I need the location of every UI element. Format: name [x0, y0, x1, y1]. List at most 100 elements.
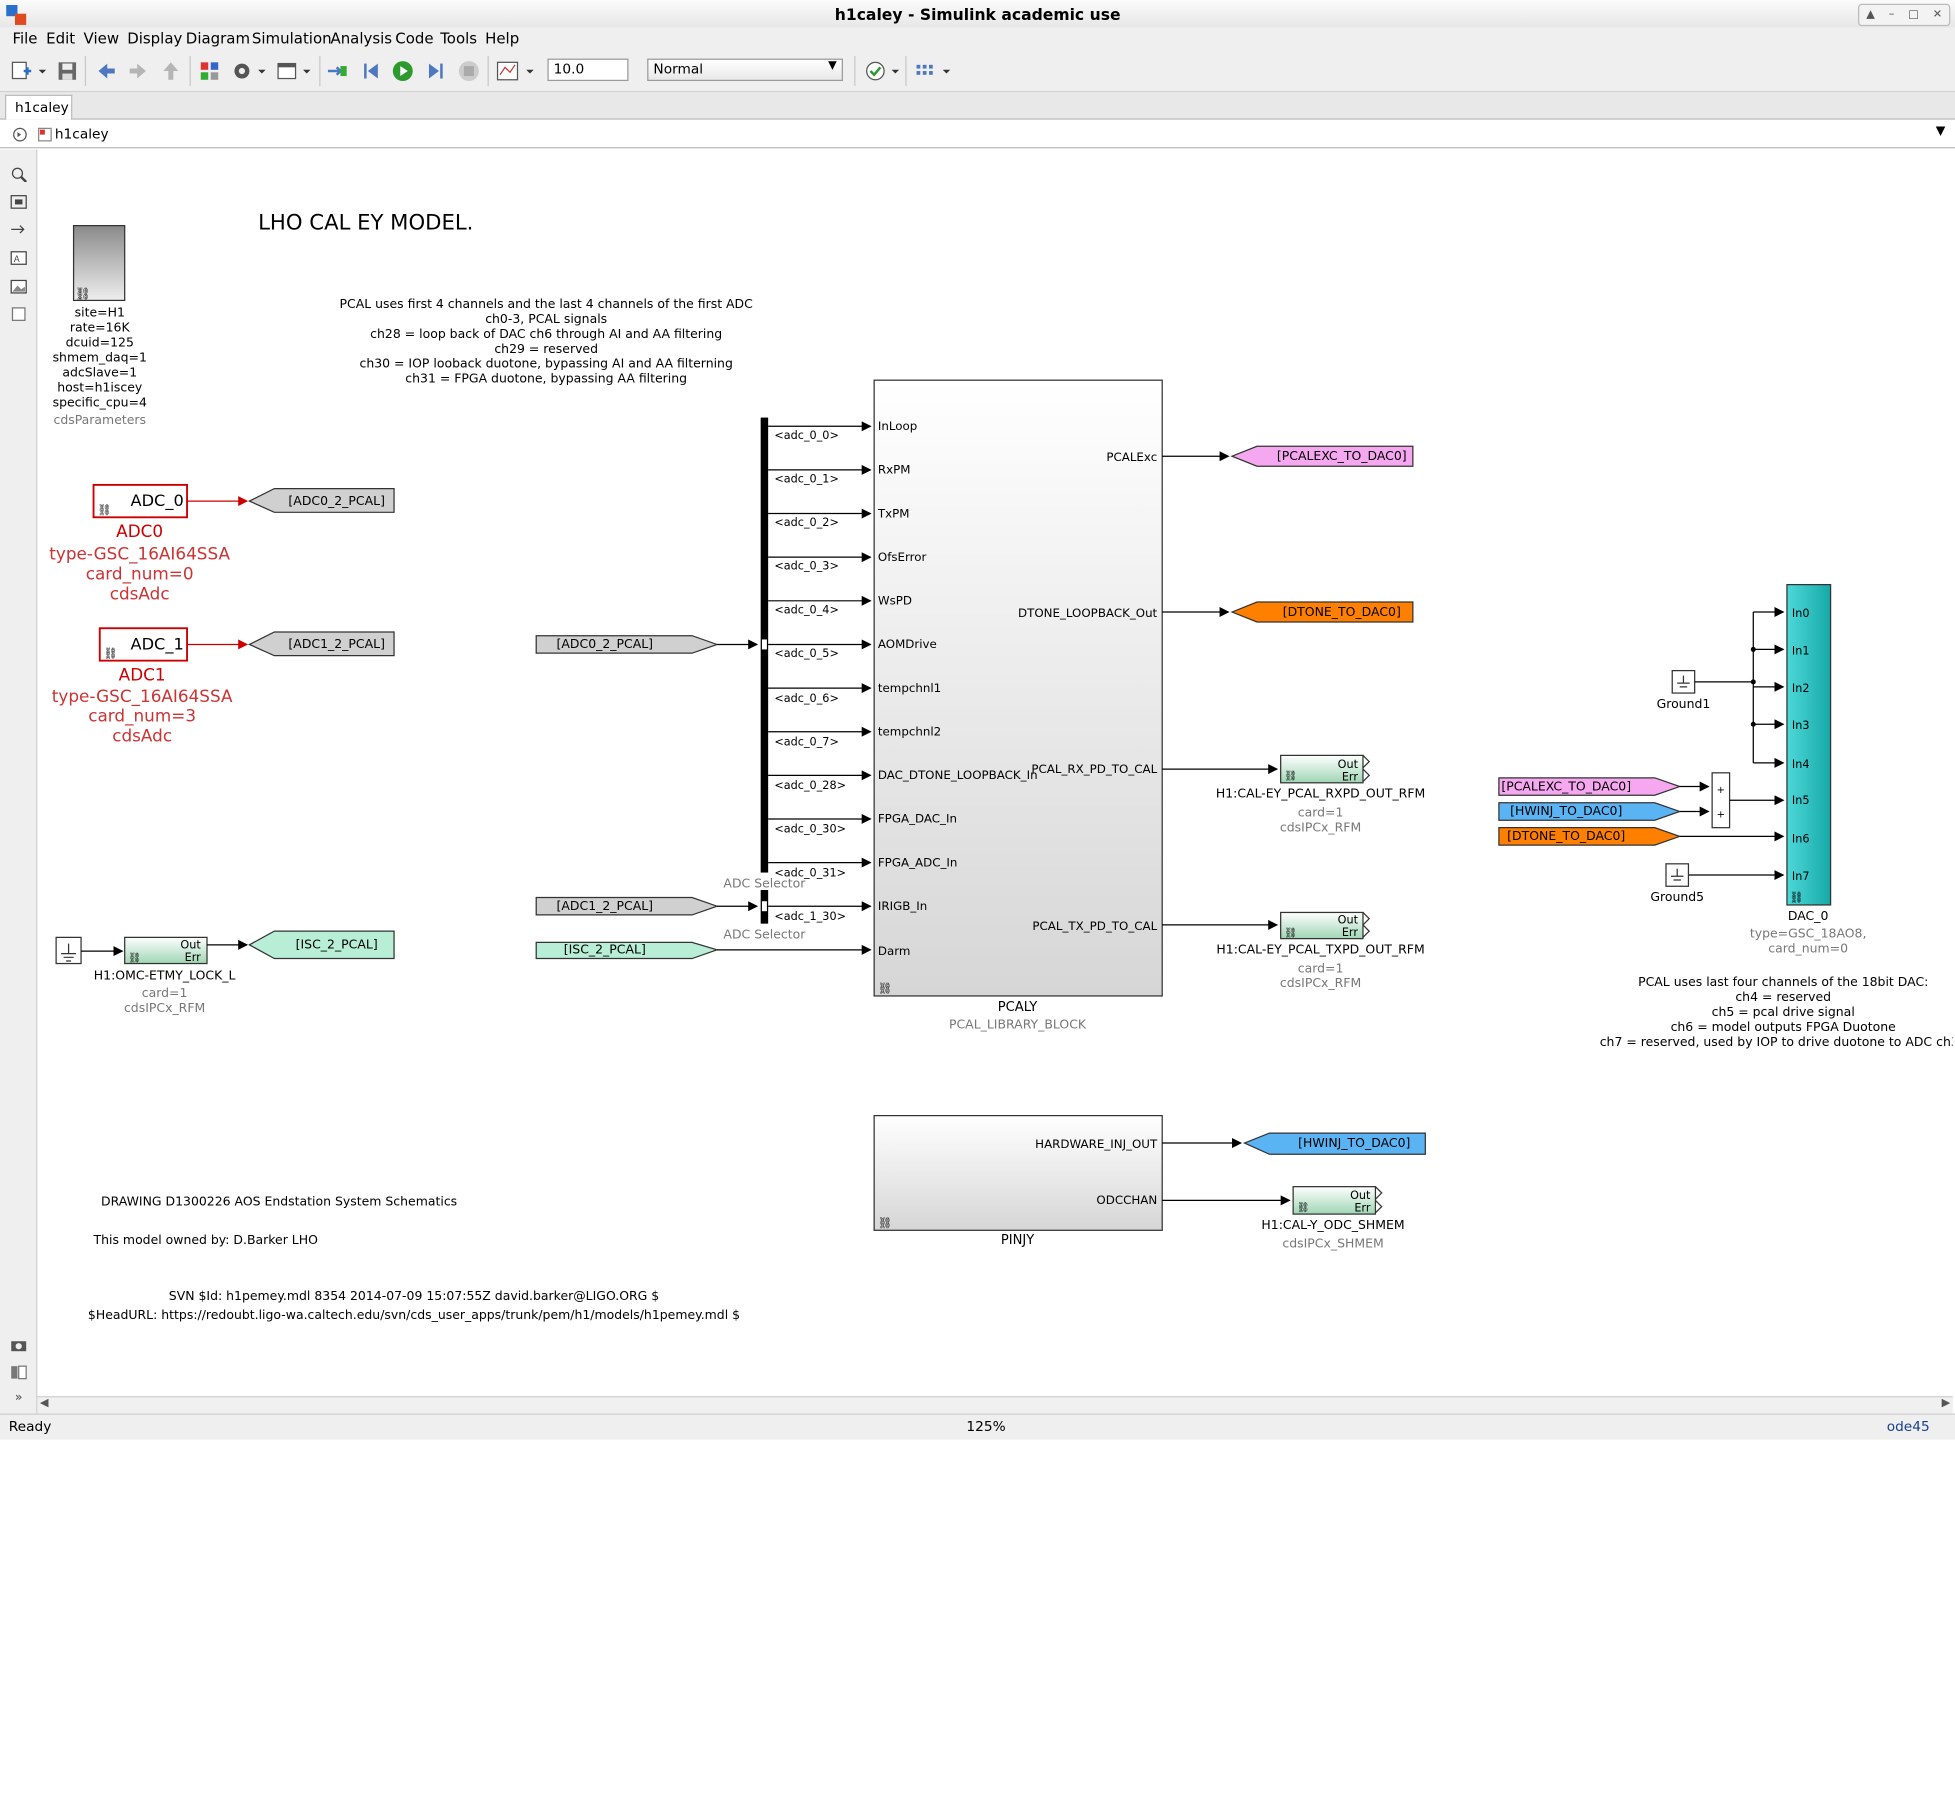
sum-block[interactable]: + + [1711, 772, 1731, 829]
hide-explorer-icon[interactable] [12, 127, 27, 142]
link-icon: ⛓ [1789, 891, 1803, 904]
stop-icon[interactable] [458, 60, 480, 82]
forward-icon[interactable] [127, 60, 149, 82]
selector-output-label: <adc_0_31> [774, 866, 846, 879]
dac0-block[interactable]: ⛓ In0 In1 In2 In3 In4 In5 In6 In7 DAC_0 … [1750, 583, 1867, 956]
new-model-icon[interactable] [10, 60, 32, 82]
odc-name: H1:CAL-Y_ODC_SHMEM [1261, 1217, 1404, 1232]
menu-help[interactable]: Help [485, 30, 519, 47]
horizontal-scrollbar[interactable]: ◀ ▶ [37, 1396, 1953, 1414]
settings-dropdown-icon[interactable] [256, 60, 268, 82]
back-icon[interactable] [95, 60, 117, 82]
omc-ipc-block[interactable]: ⛓ Out Err H1:OMC-ETMY_LOCK_L card=1 cdsI… [94, 936, 236, 1015]
adc1-name: ADC1 [119, 665, 166, 685]
area-icon[interactable] [10, 307, 27, 322]
explorer-dropdown-icon[interactable] [301, 60, 313, 82]
scope-icon[interactable] [496, 60, 519, 82]
svg-text:A: A [14, 255, 20, 265]
from-dtone-label: [DTONE_TO_DAC0] [1507, 828, 1625, 843]
annotation-icon[interactable]: A [10, 251, 27, 266]
simulation-mode-select[interactable]: Normal ▼ [647, 58, 843, 82]
rxpd-ipc-block[interactable]: ⛓ Out Err H1:CAL-EY_PCAL_RXPD_OUT_RFM ca… [1216, 754, 1425, 834]
step-forward-icon[interactable] [424, 60, 446, 82]
cds-parameters-block[interactable]: ⛓ site=H1 rate=16K dcuid=125 shmem_daq=1… [53, 224, 147, 427]
goto-pcalexc-to-dac0[interactable]: [PCALEXC_TO_DAC0] [1230, 445, 1414, 467]
menu-edit[interactable]: Edit [46, 30, 75, 47]
model-settings-gear-icon[interactable] [231, 60, 253, 82]
window-minimize-icon[interactable]: – [1889, 9, 1895, 21]
goto-adc0-2-pcal[interactable]: [ADC0_2_PCAL] [247, 488, 395, 513]
tab-h1caley[interactable]: h1caley [4, 94, 73, 120]
pcaly-input-port: tempchnl2 [878, 724, 941, 738]
run-icon[interactable] [392, 60, 414, 82]
selector-output-label: <adc_1_30> [774, 910, 846, 923]
expand-chevron-icon[interactable]: » [10, 1391, 27, 1406]
up-icon[interactable] [160, 60, 182, 82]
menu-view[interactable]: View [84, 30, 120, 47]
menu-simulation[interactable]: Simulation [252, 30, 332, 47]
step-back-icon[interactable] [360, 60, 382, 82]
stop-time-input[interactable]: 10.0 [547, 58, 629, 82]
from-adc0-2-pcal[interactable]: [ADC0_2_PCAL] [535, 635, 719, 654]
window-up-icon[interactable]: ▲ [1866, 9, 1875, 21]
selector-output-label: <adc_0_6> [774, 692, 838, 705]
menu-tools[interactable]: Tools [440, 30, 477, 47]
menu-code[interactable]: Code [395, 30, 433, 47]
zoom-icon[interactable] [10, 167, 28, 182]
window-controls[interactable]: ▲ – □ ✕ [1858, 3, 1951, 27]
cds-param-line: adcSlave=1 [62, 364, 137, 379]
goto-dtone-to-dac0[interactable]: [DTONE_TO_DAC0] [1230, 601, 1414, 623]
from-isc-2-pcal[interactable]: [ISC_2_PCAL] [535, 942, 720, 960]
from-dtone-to-dac0[interactable]: [DTONE_TO_DAC0] [1498, 827, 1682, 846]
adc0-block[interactable]: ⛓ ADC_0 ADC0 type-GSC_16AI64SSA card_num… [49, 483, 249, 604]
omc-ground-block[interactable] [55, 936, 82, 965]
chevron-down-icon[interactable]: ▼ [1936, 125, 1946, 139]
diagram-canvas[interactable]: LHO CAL EY MODEL. ⛓ site=H1 rate=16K dcu… [37, 149, 1953, 1397]
from-pcalexc-to-dac0[interactable]: [PCALEXC_TO_DAC0] [1498, 777, 1682, 796]
advisor-dropdown-icon[interactable] [889, 60, 901, 82]
goto-isc-2-pcal[interactable]: [ISC_2_PCAL] [248, 930, 395, 960]
scroll-right-icon[interactable]: ▶ [1942, 1397, 1951, 1409]
from-hwinj-to-dac0[interactable]: [HWINJ_TO_DAC0] [1498, 802, 1682, 821]
library-browser-icon[interactable] [198, 60, 220, 82]
image-icon[interactable] [10, 279, 27, 294]
odc-shmem-block[interactable]: ⛓ Out Err H1:CAL-Y_ODC_SHMEM cdsIPCx_SHM… [1261, 1186, 1405, 1251]
rxpd-err-port: Err [1342, 770, 1359, 783]
goto-hwinj-to-dac0[interactable]: [HWINJ_TO_DAC0] [1242, 1132, 1426, 1155]
window-close-icon[interactable]: ✕ [1933, 9, 1942, 21]
model-advisor-check-icon[interactable] [864, 60, 886, 82]
scope-dropdown-icon[interactable] [524, 60, 536, 82]
build-dropdown-icon[interactable] [940, 60, 952, 82]
adc1-block[interactable]: ⛓ ADC_1 ADC1 type-GSC_16AI64SSA card_num… [52, 627, 249, 746]
from-adc1-2-pcal[interactable]: [ADC1_2_PCAL] [535, 896, 719, 916]
window-maximize-icon[interactable]: □ [1908, 9, 1919, 21]
pcaly-input-port: DAC_DTONE_LOOPBACK_In [878, 768, 1038, 782]
fit-to-view-icon[interactable] [10, 194, 27, 209]
update-diagram-icon[interactable] [325, 60, 347, 82]
camera-icon[interactable] [10, 1337, 27, 1352]
menu-analysis[interactable]: Analysis [330, 30, 392, 47]
build-grid-icon[interactable] [914, 60, 936, 82]
from-pcalexc-label: [PCALEXC_TO_DAC0] [1501, 778, 1631, 793]
solver-link[interactable]: ode45 [1887, 1419, 1930, 1435]
txpd-ipc-block[interactable]: ⛓ Out Err H1:CAL-EY_PCAL_TXPD_OUT_RFM ca… [1216, 911, 1425, 990]
menu-file[interactable]: File [12, 30, 37, 47]
pcal-note-line: ch30 = IOP looback duotone, bypassing AI… [359, 356, 732, 371]
ground5-block[interactable]: Ground5 [1650, 863, 1704, 904]
scroll-left-icon[interactable]: ◀ [40, 1397, 49, 1409]
arrow-right-icon[interactable] [10, 222, 27, 237]
new-dropdown-icon[interactable] [36, 60, 48, 82]
breadcrumb-model[interactable]: h1caley [55, 126, 109, 142]
model-browser-icon[interactable] [10, 1365, 27, 1380]
menu-display[interactable]: Display [127, 30, 182, 47]
pinjy-block[interactable]: ⛓ HARDWARE_INJ_OUT ODCCHAN PINJY [873, 1114, 1163, 1248]
model-explorer-icon[interactable] [276, 60, 298, 82]
link-icon: ⛓ [878, 982, 892, 995]
save-icon[interactable] [56, 60, 78, 82]
model-title: LHO CAL EY MODEL. [258, 209, 473, 234]
sum-sign: + [1717, 810, 1725, 821]
menu-diagram[interactable]: Diagram [186, 30, 250, 47]
goto-adc1-2-pcal[interactable]: [ADC1_2_PCAL] [247, 631, 395, 657]
ground1-block[interactable]: Ground1 [1657, 669, 1711, 711]
pcaly-block[interactable]: ⛓ InLoop RxPM TxPM OfsError WsPD AOMDriv… [873, 379, 1163, 1031]
